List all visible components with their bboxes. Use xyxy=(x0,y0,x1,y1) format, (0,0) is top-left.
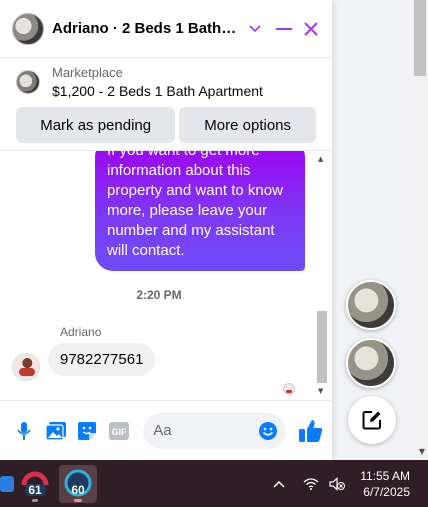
scroll-down-arrow-icon[interactable]: ▼ xyxy=(419,447,425,456)
taskbar-app-1-badge: 61 xyxy=(28,483,42,497)
taskbar-app-1[interactable]: 61 xyxy=(16,465,54,503)
seen-avatar-icon xyxy=(283,383,295,395)
marketplace-listing[interactable]: Marketplace $1,200 - 2 Beds 1 Bath Apart… xyxy=(16,64,316,100)
show-hidden-icons-chevron-up-icon[interactable] xyxy=(270,460,288,507)
volume-muted-icon[interactable] xyxy=(326,460,348,507)
taskbar-app-2-indicator xyxy=(74,499,82,502)
taskbar-app-2[interactable]: 60 xyxy=(59,465,97,503)
marketplace-panel: Marketplace $1,200 - 2 Beds 1 Bath Apart… xyxy=(0,58,332,143)
compose-icon xyxy=(362,411,381,430)
chat-head-2[interactable] xyxy=(346,338,396,388)
emoji-icon[interactable] xyxy=(258,421,278,441)
scroll-up-arrow-icon[interactable]: ▲ xyxy=(318,155,323,163)
photo-icon[interactable] xyxy=(44,419,68,443)
taskbar-app-1-indicator xyxy=(32,499,38,502)
chat-header: Adriano · 2 Beds 1 Bath Ap... xyxy=(0,0,332,58)
chat-window: Adriano · 2 Beds 1 Bath Ap... Marketplac… xyxy=(0,0,332,460)
message-list[interactable]: If you want to get more information abou… xyxy=(0,150,332,398)
svg-text:GIF: GIF xyxy=(112,427,128,437)
message-scrollbar[interactable]: ▲ ▼ xyxy=(316,151,328,398)
sender-name: Adriano xyxy=(60,325,102,339)
sender-avatar[interactable] xyxy=(12,353,40,381)
like-thumbs-up-icon[interactable] xyxy=(298,418,324,444)
marketplace-label: Marketplace xyxy=(52,65,123,80)
minimize-icon[interactable] xyxy=(272,17,295,41)
page-scrollbar[interactable]: ▼ xyxy=(412,0,428,460)
taskbar: 61 60 11:55 AM 6/7/2025 xyxy=(0,460,428,507)
chat-head-1[interactable] xyxy=(346,280,396,330)
clock-time: 11:55 AM xyxy=(360,469,410,483)
message-timestamp: 2:20 PM xyxy=(136,288,182,302)
more-options-button[interactable]: More options xyxy=(179,107,316,143)
gif-icon[interactable]: GIF xyxy=(107,419,131,443)
message-scroll-thumb[interactable] xyxy=(317,311,327,383)
scroll-down-arrow-icon[interactable]: ▼ xyxy=(318,387,323,395)
microphone-icon[interactable] xyxy=(12,419,36,443)
close-icon[interactable] xyxy=(299,17,322,41)
mark-as-pending-button[interactable]: Mark as pending xyxy=(16,107,176,143)
listing-thumbnail xyxy=(16,70,40,94)
contact-avatar[interactable] xyxy=(12,12,44,45)
chevron-down-icon[interactable] xyxy=(243,17,266,41)
taskbar-app-2-badge: 60 xyxy=(71,483,85,497)
outgoing-message[interactable]: If you want to get more information abou… xyxy=(95,151,305,271)
clock-date: 6/7/2025 xyxy=(363,485,410,499)
sticker-icon[interactable] xyxy=(76,419,100,443)
wifi-icon[interactable] xyxy=(300,460,322,507)
page-scroll-thumb[interactable] xyxy=(414,0,426,76)
message-input[interactable]: Aa xyxy=(143,412,287,449)
listing-title: $1,200 - 2 Beds 1 Bath Apartment xyxy=(52,83,263,99)
message-input-placeholder: Aa xyxy=(153,422,172,439)
incoming-message[interactable]: 9782277561 xyxy=(48,343,156,376)
system-clock[interactable]: 11:55 AM 6/7/2025 xyxy=(360,468,410,500)
chat-title[interactable]: Adriano · 2 Beds 1 Bath Ap... xyxy=(52,20,239,37)
message-composer: GIF Aa xyxy=(0,400,332,460)
new-message-button[interactable] xyxy=(348,396,396,444)
